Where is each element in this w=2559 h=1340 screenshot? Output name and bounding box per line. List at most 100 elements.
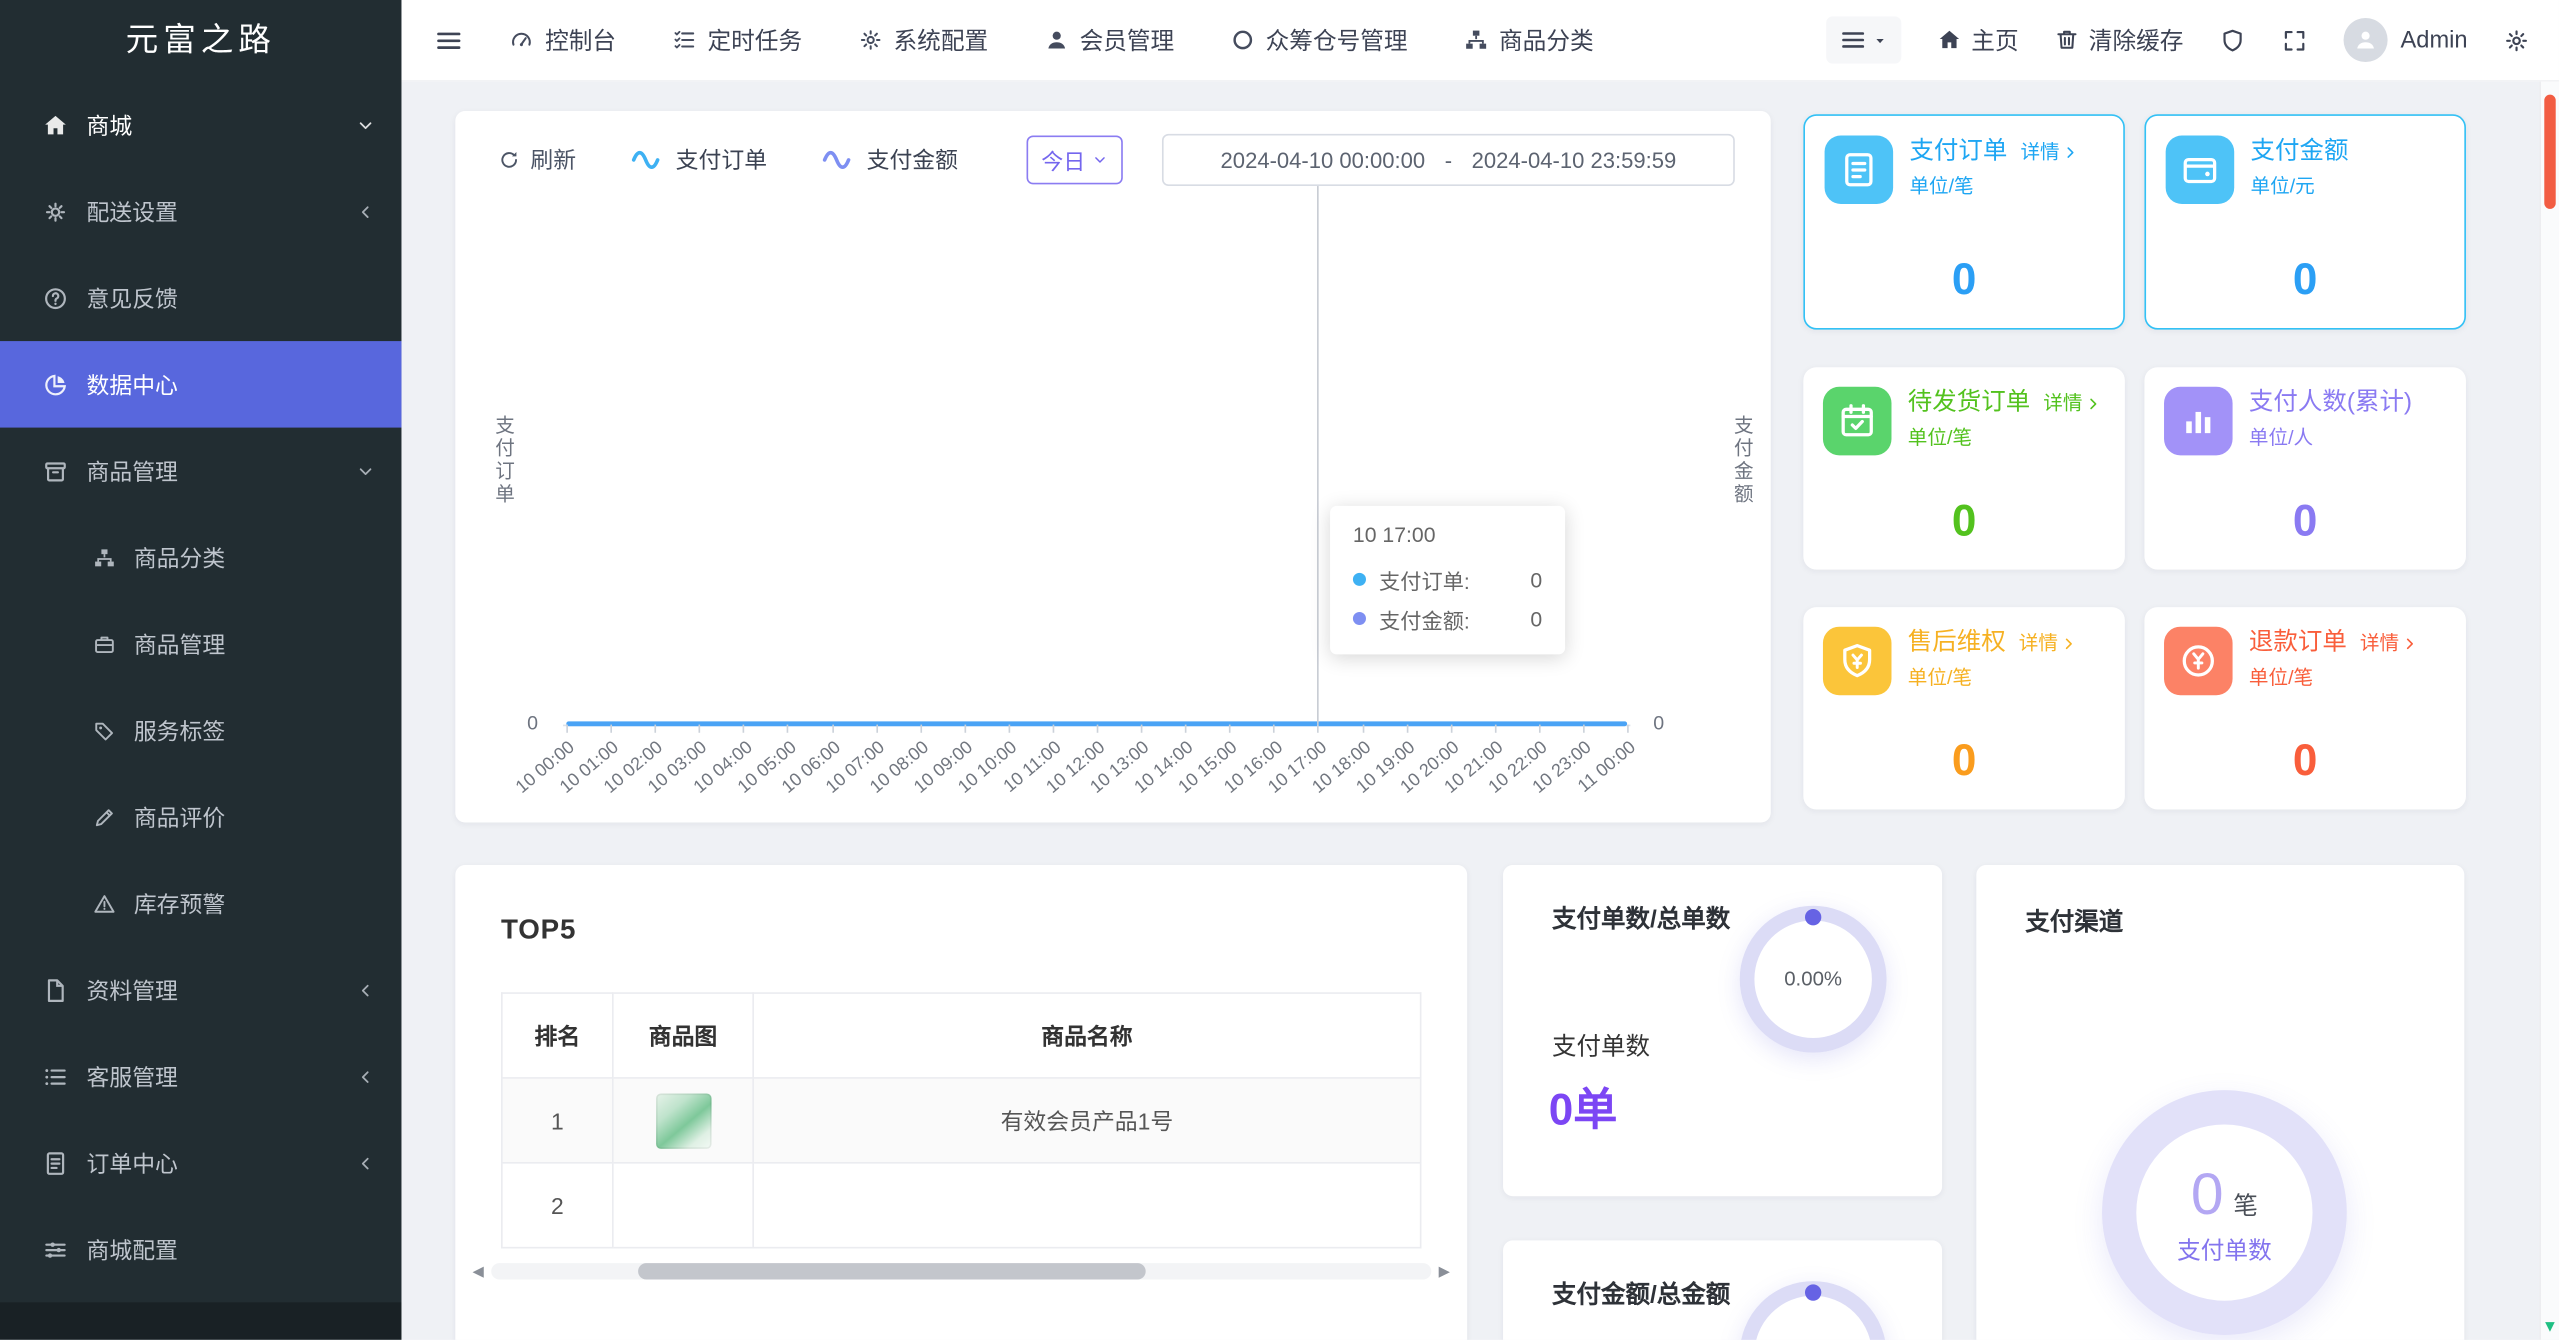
chevron-left-icon <box>356 1153 376 1173</box>
sidebar-item-label: 数据中心 <box>86 371 178 398</box>
stat-title: 支付人数(累计) <box>2248 388 2413 417</box>
stat-unit: 单位/笔 <box>1909 174 1974 198</box>
bar-chart-icon <box>2164 386 2233 456</box>
table-row[interactable]: 1 有效会员产品1号 <box>501 1077 1422 1164</box>
payments-chart-card: 刷新 支付订单 支付金额 今日 2024-04-10 00:00:00 - 202… <box>455 110 1771 823</box>
legend-item-1[interactable]: 支付金额 <box>821 142 958 178</box>
series-dot <box>1352 572 1366 586</box>
order-document-icon <box>1824 135 1894 204</box>
detail-link[interactable]: 详情 <box>2043 387 2102 420</box>
top5-column-header: 排名 <box>501 992 614 1079</box>
chevron-down-icon <box>356 461 376 481</box>
card-title: 支付金额/总金额 <box>1552 1281 1731 1309</box>
security-button[interactable] <box>2219 27 2245 53</box>
table-row[interactable]: 2 <box>501 1161 1422 1249</box>
fullscreen-button[interactable] <box>2281 27 2307 53</box>
chart-plot[interactable]: 支付订单 支付金额 0 0 10 00:00 10 01:00 10 02:00 10… <box>455 186 1770 822</box>
ratio-percent: 0.00% <box>1784 967 1843 991</box>
ring-marker-dot <box>1804 909 1822 926</box>
detail-link[interactable]: 详情 <box>2360 627 2419 660</box>
sitemap-icon <box>93 546 116 569</box>
vertical-scrollbar[interactable]: ▼ <box>2539 81 2559 1340</box>
file-icon <box>42 977 68 1003</box>
home-link[interactable]: 主页 <box>1937 23 2019 57</box>
stat-card-0: 支付订单 详情 单位/笔 0 <box>1803 114 2125 330</box>
sidebar-item-label: 库存预警 <box>133 890 226 917</box>
chart-controls: 刷新 支付订单 支付金额 今日 2024-04-10 00:00:00 - 202… <box>498 133 1735 187</box>
topnav-item-3[interactable]: 会员管理 <box>1044 23 1174 57</box>
topnav-item-1[interactable]: 定时任务 <box>672 23 802 57</box>
sidebar-item-8[interactable]: 商品评价 <box>0 774 401 860</box>
sidebar-item-2[interactable]: 意见反馈 <box>0 255 401 341</box>
briefcase-icon <box>93 632 116 655</box>
avatar <box>2343 17 2388 63</box>
sidebar-item-10[interactable]: 资料管理 <box>0 947 401 1033</box>
wallet-icon <box>2165 135 2235 204</box>
user-menu[interactable]: Admin <box>2343 17 2468 63</box>
circle-icon <box>1230 28 1254 52</box>
topnav-item-5[interactable]: 商品分类 <box>1463 23 1594 57</box>
scroll-right-arrow-icon[interactable]: ▶ <box>1435 1262 1455 1282</box>
sidebar-item-label: 商品管理 <box>86 457 178 484</box>
clear-cache-label: 清除缓存 <box>2088 29 2184 56</box>
scrollbar-thumb[interactable] <box>2544 94 2556 209</box>
sidebar-item-4[interactable]: 商品管理 <box>0 428 401 514</box>
image-cell <box>611 1161 754 1249</box>
detail-link[interactable]: 详情 <box>2020 135 2079 168</box>
period-select[interactable]: 今日 <box>1026 135 1123 185</box>
sidebar-item-6[interactable]: 商品管理 <box>0 601 401 687</box>
sidebar-item-13[interactable]: 商城配置 <box>0 1206 401 1292</box>
sidebar-item-label: 商品管理 <box>133 630 226 657</box>
y-axis-right-min: 0 <box>1653 711 1665 735</box>
topnav-label: 商品分类 <box>1498 29 1594 56</box>
sidebar-item-9[interactable]: 库存预警 <box>0 860 401 946</box>
stat-title: 支付金额 <box>2250 137 2349 165</box>
channel-label: 支付单数 <box>2177 1237 2272 1264</box>
clear-cache-link[interactable]: 清除缓存 <box>2055 23 2184 57</box>
stat-unit: 单位/人 <box>2248 425 2314 449</box>
calendar-check-icon <box>1822 386 1892 456</box>
sitemap-icon <box>1463 28 1487 52</box>
sidebar-item-0[interactable]: 商城 <box>0 82 401 168</box>
home-icon <box>42 112 68 138</box>
chevron-left-icon <box>356 980 376 1000</box>
topnav-item-0[interactable]: 控制台 <box>509 23 616 57</box>
chevron-left-icon <box>356 202 376 222</box>
scrollbar-track[interactable] <box>491 1263 1432 1280</box>
legend-item-0[interactable]: 支付订单 <box>630 142 767 178</box>
refresh-button[interactable]: 刷新 <box>498 144 576 177</box>
topnav-item-4[interactable]: 众筹仓号管理 <box>1230 23 1408 57</box>
scroll-left-arrow-icon[interactable]: ◀ <box>468 1262 488 1282</box>
scrollbar-thumb[interactable] <box>638 1263 1146 1280</box>
sidebar-item-label: 资料管理 <box>86 976 178 1003</box>
sidebar-item-3[interactable]: 数据中心 <box>0 341 402 428</box>
date-range-input[interactable]: 2024-04-10 00:00:00 - 2024-04-10 23:59:5… <box>1161 133 1735 187</box>
date-separator: - <box>1444 147 1453 173</box>
sidebar-item-7[interactable]: 服务标签 <box>0 687 401 773</box>
sidebar-item-12[interactable]: 订单中心 <box>0 1120 401 1206</box>
stat-card-1: 支付金额 单位/元 0 <box>2144 114 2466 330</box>
scroll-down-arrow-icon[interactable]: ▼ <box>2541 1319 2559 1337</box>
period-value: 今日 <box>1041 150 1086 175</box>
stat-value: 0 <box>2292 736 2318 785</box>
chevron-right-icon <box>2061 143 2079 161</box>
sidebar-toggle-button[interactable] <box>424 16 473 65</box>
sidebar-menu: 商城 配送设置 意见反馈 数据中心 商品管理 商品分类 商品管理 服务标签 商品评价 库存预警 资料… <box>0 82 402 1293</box>
sidebar-item-11[interactable]: 客服管理 <box>0 1033 401 1119</box>
legend-label: 支付订单 <box>675 146 768 173</box>
settings-button[interactable] <box>2503 27 2529 53</box>
detail-link[interactable]: 详情 <box>2019 627 2078 660</box>
pay-count-ratio-card: 支付单数/总单数 0.00% 支付单数 0单 <box>1503 864 1943 1197</box>
horizontal-scrollbar[interactable]: ◀ ▶ <box>468 1262 1454 1282</box>
chevron-down-icon <box>356 115 376 135</box>
sidebar-item-label: 商城配置 <box>86 1236 178 1263</box>
user-icon <box>1044 28 1068 52</box>
sidebar-item-5[interactable]: 商品分类 <box>0 514 401 600</box>
topnav-item-2[interactable]: 系统配置 <box>858 23 988 57</box>
quick-menu-button[interactable] <box>1826 16 1902 64</box>
tasks-icon <box>672 28 696 52</box>
sidebar-item-1[interactable]: 配送设置 <box>0 168 401 254</box>
stat-value: 0 <box>2292 496 2318 546</box>
stat-card-4: 售后维权 详情 单位/笔 0 <box>1803 607 2125 810</box>
top5-header-row: 排名 商品图 商品名称 <box>501 992 1422 1079</box>
